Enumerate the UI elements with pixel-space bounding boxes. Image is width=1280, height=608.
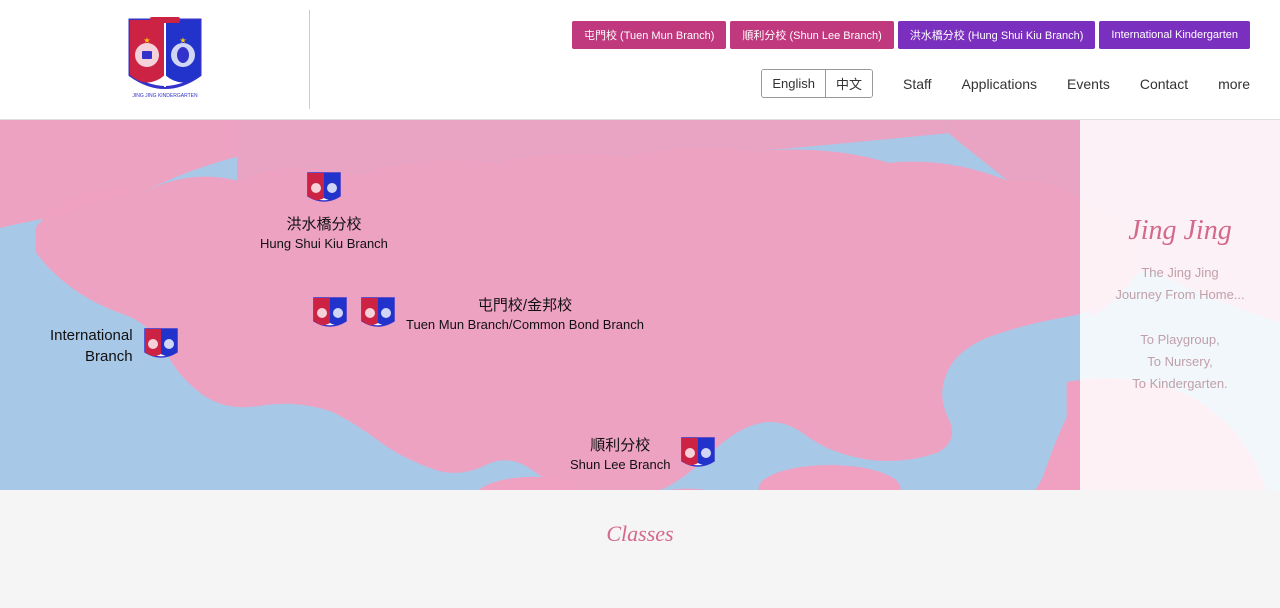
nav-staff[interactable]: Staff bbox=[903, 76, 932, 92]
classes-title: Classes bbox=[606, 521, 673, 547]
branch-buttons: 屯門校 (Tuen Mun Branch) 順利分校 (Shun Lee Bra… bbox=[572, 21, 1250, 49]
common-bond-shield-icon bbox=[358, 295, 398, 335]
svg-text:★: ★ bbox=[179, 36, 186, 45]
tuen-mun-label: 屯門校/金邦校 Tuen Mun Branch/Common Bond Bran… bbox=[310, 295, 644, 335]
international-label: InternationalBranch bbox=[50, 325, 181, 367]
classes-section: Classes bbox=[0, 490, 1280, 578]
chinese-lang-button[interactable]: 中文 bbox=[826, 70, 872, 97]
shun-lee-branch-button[interactable]: 順利分校 (Shun Lee Branch) bbox=[730, 21, 893, 49]
side-panel-text: The Jing JingJourney From Home...To Play… bbox=[1115, 262, 1244, 395]
nav-area: 屯門校 (Tuen Mun Branch) 順利分校 (Shun Lee Bra… bbox=[310, 21, 1260, 98]
international-shield-icon bbox=[141, 326, 181, 366]
shun-lee-label: 順利分校 Shun Lee Branch bbox=[570, 435, 718, 475]
side-panel: Jing Jing The Jing JingJourney From Home… bbox=[1080, 120, 1280, 490]
hung-shui-kiu-branch-button[interactable]: 洪水橋分校 (Hung Shui Kiu Branch) bbox=[898, 21, 1096, 49]
shun-lee-shield-icon bbox=[678, 435, 718, 475]
header: JING JING KINDERGARTEN ★ ★ 屯門校 (Tuen Mun… bbox=[0, 0, 1280, 120]
nav-applications[interactable]: Applications bbox=[962, 76, 1038, 92]
svg-text:★: ★ bbox=[143, 36, 150, 45]
nav-contact[interactable]: Contact bbox=[1140, 76, 1188, 92]
tuen-mun-shield-icon bbox=[310, 295, 350, 335]
main-nav: English 中文 Staff Applications Events Con… bbox=[761, 69, 1250, 98]
logo-area: JING JING KINDERGARTEN ★ ★ bbox=[20, 10, 310, 109]
nav-events[interactable]: Events bbox=[1067, 76, 1110, 92]
english-lang-button[interactable]: English bbox=[762, 70, 825, 97]
nav-more[interactable]: more bbox=[1218, 76, 1250, 92]
map-section: 洪水橋分校 Hung Shui Kiu Branch 屯門校/金邦校 Tuen … bbox=[0, 120, 1280, 490]
tuen-mun-branch-button[interactable]: 屯門校 (Tuen Mun Branch) bbox=[572, 21, 726, 49]
hung-shui-kiu-label: 洪水橋分校 Hung Shui Kiu Branch bbox=[260, 170, 388, 253]
side-panel-title: Jing Jing bbox=[1128, 215, 1231, 247]
hung-shui-kiu-shield-icon bbox=[304, 170, 344, 210]
international-branch-button[interactable]: International Kindergarten bbox=[1099, 21, 1250, 49]
svg-text:JING JING KINDERGARTEN: JING JING KINDERGARTEN bbox=[132, 93, 198, 99]
language-switcher: English 中文 bbox=[761, 69, 873, 98]
logo-icon: JING JING KINDERGARTEN ★ ★ bbox=[120, 15, 210, 105]
